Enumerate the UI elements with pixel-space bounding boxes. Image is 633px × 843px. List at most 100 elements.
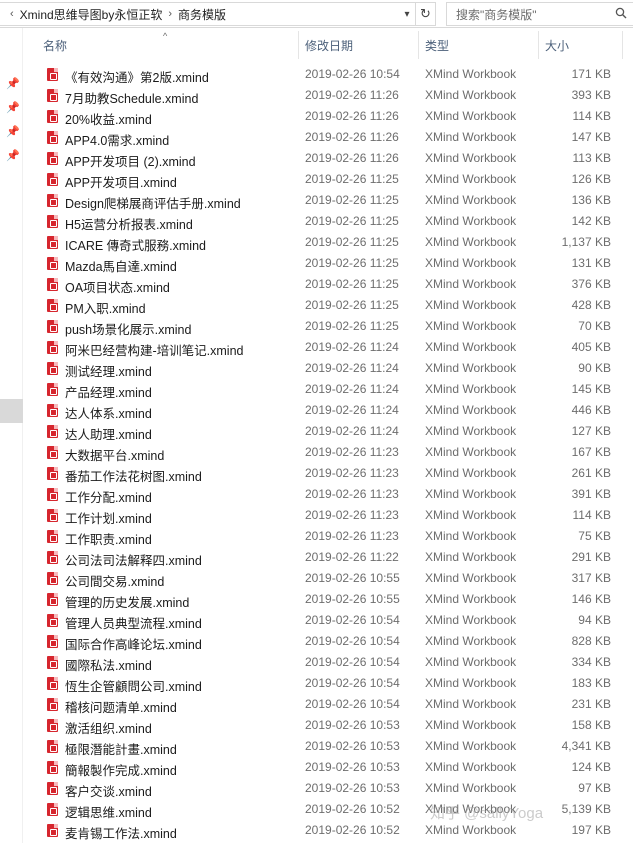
search-input[interactable]: 搜索"商务模版" [446, 2, 633, 26]
xmind-file-icon [47, 803, 58, 816]
file-name: Design爬梯展商评估手册.xmind [65, 197, 241, 211]
file-row[interactable]: 麦肯锡工作法.xmind 2019-02-26 10:52 XMind Workbo… [23, 820, 633, 841]
refresh-icon[interactable]: ↻ [416, 2, 436, 26]
pin-icon[interactable]: 📌 [6, 126, 20, 138]
nav-selected-item[interactable] [0, 399, 23, 423]
file-size: 828 KB [571, 634, 611, 648]
file-row[interactable]: 国际合作高峰论坛.xmind 2019-02-26 10:54 XMind Work… [23, 631, 633, 652]
file-name: push场景化展示.xmind [65, 323, 192, 337]
address-history-dropdown-icon[interactable]: ▾ [398, 2, 416, 26]
file-name: 公司間交易.xmind [65, 575, 165, 589]
watermark: 知乎 @sallyYoga [430, 805, 544, 822]
file-name: APP4.0需求.xmind [65, 134, 170, 148]
file-row[interactable]: 國際私法.xmind 2019-02-26 10:54 XMind Workbook… [23, 652, 633, 673]
file-row[interactable]: 管理的历史发展.xmind 2019-02-26 10:55 XMind Workb… [23, 589, 633, 610]
file-modified-date: 2019-02-26 11:26 [305, 88, 399, 102]
column-header-name[interactable]: 名称 [37, 31, 299, 59]
address-bar[interactable]: ‹ Xmind思维导图by永恒正软 › 商务模版 [0, 2, 416, 26]
file-name: 簡報製作完成.xmind [65, 764, 177, 778]
breadcrumb-segment-current[interactable]: 商务模版 [178, 6, 226, 23]
file-row[interactable]: Mazda馬自達.xmind 2019-02-26 11:25 XMind Work… [23, 253, 633, 274]
column-header-size[interactable]: 大小 [539, 31, 623, 59]
column-header-date[interactable]: 修改日期 [299, 31, 419, 59]
file-type: XMind Workbook [425, 697, 517, 711]
file-row[interactable]: 公司法司法解释四.xmind 2019-02-26 11:22 XMind Work… [23, 547, 633, 568]
chevron-left-icon[interactable]: ‹ [10, 8, 14, 20]
file-row[interactable]: 20%收益.xmind 2019-02-26 11:26 XMind Workboo… [23, 106, 633, 127]
file-type: XMind Workbook [425, 655, 517, 669]
file-modified-date: 2019-02-26 11:23 [305, 529, 399, 543]
file-name: 达人体系.xmind [65, 407, 152, 421]
file-row[interactable]: 工作计划.xmind 2019-02-26 11:23 XMind Workbook… [23, 505, 633, 526]
file-row[interactable]: 大数据平台.xmind 2019-02-26 11:23 XMind Workboo… [23, 442, 633, 463]
file-modified-date: 2019-02-26 10:53 [305, 739, 400, 753]
file-row[interactable]: 簡報製作完成.xmind 2019-02-26 10:53 XMind Workbo… [23, 757, 633, 778]
xmind-file-icon [47, 677, 58, 690]
file-row[interactable]: 公司間交易.xmind 2019-02-26 10:55 XMind Workboo… [23, 568, 633, 589]
file-size: 75 KB [578, 529, 611, 543]
file-name: 《有效沟通》第2版.xmind [65, 71, 209, 85]
xmind-file-icon [47, 215, 58, 228]
file-row[interactable]: 达人体系.xmind 2019-02-26 11:24 XMind Workbook… [23, 400, 633, 421]
file-row[interactable]: 《有效沟通》第2版.xmind 2019-02-26 10:54 XMind Wor… [23, 64, 633, 85]
file-row[interactable]: 管理人员典型流程.xmind 2019-02-26 10:54 XMind Work… [23, 610, 633, 631]
file-row[interactable]: APP开发项目 (2).xmind 2019-02-26 11:26 XMind W… [23, 148, 633, 169]
file-row[interactable]: 达人助理.xmind 2019-02-26 11:24 XMind Workbook… [23, 421, 633, 442]
file-name: 極限潛能計畫.xmind [65, 743, 177, 757]
file-size: 94 KB [578, 613, 611, 627]
file-row[interactable]: 工作职责.xmind 2019-02-26 11:23 XMind Workbook… [23, 526, 633, 547]
xmind-file-icon [47, 656, 58, 669]
file-row[interactable]: APP4.0需求.xmind 2019-02-26 11:26 XMind Work… [23, 127, 633, 148]
column-header-type[interactable]: 类型 [419, 31, 539, 59]
file-row[interactable]: Design爬梯展商评估手册.xmind 2019-02-26 11:25 XMin… [23, 190, 633, 211]
xmind-file-icon [47, 110, 58, 123]
file-row[interactable]: 恆生企管顧問公司.xmind 2019-02-26 10:54 XMind Work… [23, 673, 633, 694]
file-row[interactable]: 極限潛能計畫.xmind 2019-02-26 10:53 XMind Workbo… [23, 736, 633, 757]
file-row[interactable]: 激活组织.xmind 2019-02-26 10:53 XMind Workbook… [23, 715, 633, 736]
xmind-file-icon [47, 446, 58, 459]
file-name: 产品经理.xmind [65, 386, 152, 400]
file-type: XMind Workbook [425, 718, 517, 732]
file-row[interactable]: 阿米巴经营构建-培训笔记.xmind 2019-02-26 11:24 XMind … [23, 337, 633, 358]
file-type: XMind Workbook [425, 508, 517, 522]
xmind-file-icon [47, 719, 58, 732]
xmind-file-icon [47, 299, 58, 312]
file-row[interactable]: 番茄工作法花树图.xmind 2019-02-26 11:23 XMind Work… [23, 463, 633, 484]
file-type: XMind Workbook [425, 277, 517, 291]
pin-icon[interactable]: 📌 [6, 150, 20, 162]
file-name: PM入职.xmind [65, 302, 146, 316]
xmind-file-icon [47, 488, 58, 501]
file-row[interactable]: push场景化展示.xmind 2019-02-26 11:25 XMind Wor… [23, 316, 633, 337]
xmind-file-icon [47, 740, 58, 753]
file-row[interactable]: 产品经理.xmind 2019-02-26 11:24 XMind Workbook… [23, 379, 633, 400]
file-row[interactable]: 稽核问题清单.xmind 2019-02-26 10:54 XMind Workbo… [23, 694, 633, 715]
file-type: XMind Workbook [425, 382, 517, 396]
breadcrumb-segment-root[interactable]: Xmind思维导图by永恒正软 [20, 6, 163, 23]
file-row[interactable]: 测试经理.xmind 2019-02-26 11:24 XMind Workbook… [23, 358, 633, 379]
file-size: 167 KB [571, 445, 611, 459]
file-type: XMind Workbook [425, 172, 517, 186]
file-row[interactable]: 工作分配.xmind 2019-02-26 11:23 XMind Workbook… [23, 484, 633, 505]
xmind-file-icon [47, 425, 58, 438]
file-size: 90 KB [578, 361, 611, 375]
file-row[interactable]: ICARE 傳奇式服務.xmind 2019-02-26 11:25 XMind W… [23, 232, 633, 253]
file-row[interactable]: PM入职.xmind 2019-02-26 11:25 XMind Workbook… [23, 295, 633, 316]
file-row[interactable]: APP开发项目.xmind 2019-02-26 11:25 XMind Workb… [23, 169, 633, 190]
file-row[interactable]: OA项目状态.xmind 2019-02-26 11:25 XMind Workbo… [23, 274, 633, 295]
pin-icon[interactable]: 📌 [6, 102, 20, 114]
file-name: 番茄工作法花树图.xmind [65, 470, 202, 484]
pin-icon[interactable]: 📌 [6, 78, 20, 90]
file-row[interactable]: 7月助教Schedule.xmind 2019-02-26 11:26 XMind … [23, 85, 633, 106]
file-modified-date: 2019-02-26 11:25 [305, 256, 399, 270]
chevron-right-icon[interactable]: › [168, 8, 172, 20]
xmind-file-icon [47, 404, 58, 417]
file-row[interactable]: 客户交谈.xmind 2019-02-26 10:53 XMind Workbook… [23, 778, 633, 799]
file-name: 激活组织.xmind [65, 722, 152, 736]
file-modified-date: 2019-02-26 10:54 [305, 634, 400, 648]
search-icon[interactable] [615, 7, 627, 19]
file-modified-date: 2019-02-26 10:54 [305, 655, 400, 669]
navigation-pane: 📌 📌 📌 📌 [0, 28, 23, 843]
file-row[interactable]: H5运营分析报表.xmind 2019-02-26 11:25 XMind Work… [23, 211, 633, 232]
file-modified-date: 2019-02-26 10:54 [305, 697, 400, 711]
xmind-file-icon [47, 635, 58, 648]
